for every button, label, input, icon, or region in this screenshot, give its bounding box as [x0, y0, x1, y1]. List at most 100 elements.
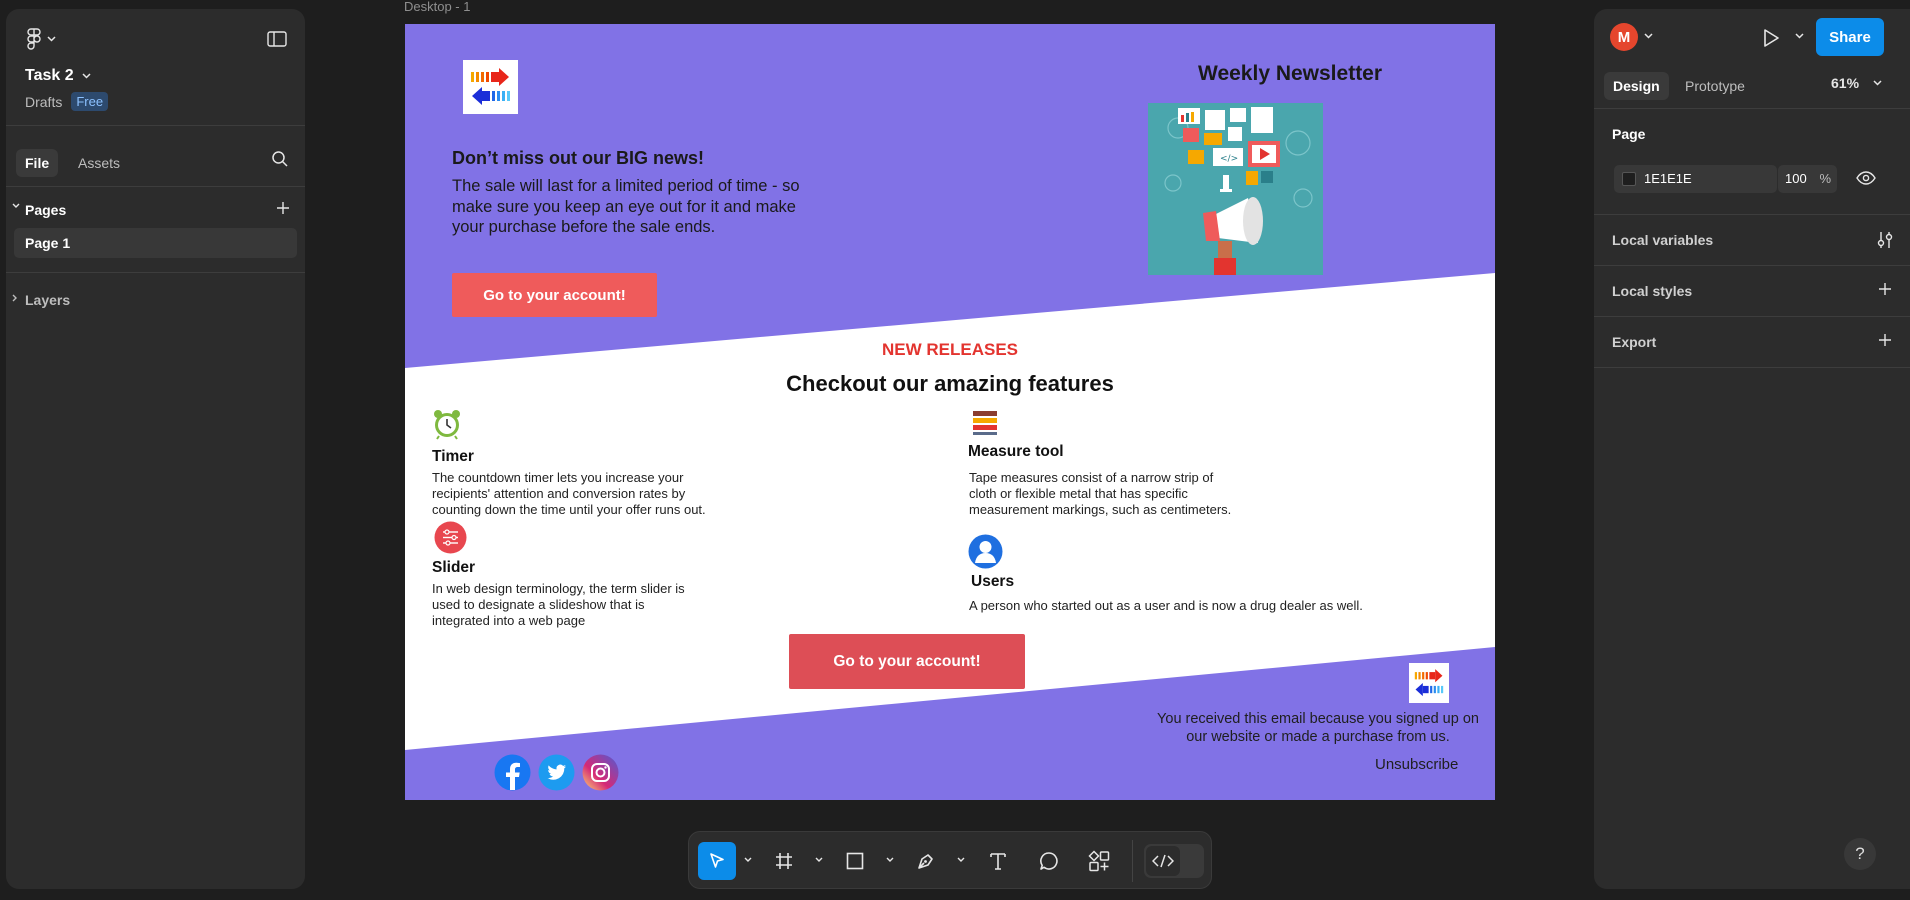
- pages-label: Pages: [25, 202, 67, 218]
- arrows-logo-icon: [1414, 669, 1444, 697]
- cursor-icon: [710, 853, 724, 868]
- plan-badge: Free: [71, 92, 109, 111]
- pen-tool[interactable]: [909, 842, 943, 880]
- eye-icon[interactable]: [1856, 171, 1876, 185]
- chevron-down-icon: [12, 203, 20, 208]
- plus-icon[interactable]: [1877, 281, 1893, 297]
- text-tool[interactable]: [979, 842, 1017, 880]
- export-label: Export: [1612, 334, 1657, 350]
- feature-text: The countdown timer lets you increase yo…: [432, 470, 706, 517]
- hero-heading: Don’t miss out our BIG news!: [452, 148, 705, 168]
- unsubscribe-link[interactable]: Unsubscribe: [1375, 756, 1458, 773]
- opacity-unit: %: [1819, 171, 1831, 186]
- chevron-down-icon[interactable]: [886, 857, 894, 863]
- chevron-down-icon[interactable]: [1644, 33, 1653, 39]
- frame-tool[interactable]: [767, 842, 801, 880]
- megaphone-icon: </>: [1164, 107, 1313, 275]
- chevron-down-icon[interactable]: [1795, 33, 1804, 39]
- instagram-icon[interactable]: [582, 754, 619, 791]
- local-variables-label: Local variables: [1612, 232, 1714, 248]
- layers-section-header[interactable]: Layers: [6, 289, 305, 313]
- variables-icon[interactable]: [1877, 230, 1893, 250]
- add-page-button[interactable]: [275, 200, 291, 221]
- account-button-bottom[interactable]: Go to your account!: [789, 634, 1025, 689]
- frame-icon: [776, 853, 792, 869]
- frame-label[interactable]: Desktop - 1: [404, 0, 470, 14]
- chevron-down-icon: [82, 73, 91, 79]
- dev-mode-toggle[interactable]: [1144, 844, 1204, 878]
- drafts-link[interactable]: Drafts: [25, 94, 62, 110]
- comment-tool[interactable]: [1030, 842, 1068, 880]
- plus-icon[interactable]: [1877, 332, 1893, 348]
- facebook-icon[interactable]: [494, 754, 531, 791]
- rectangle-tool[interactable]: [838, 842, 872, 880]
- sliders-icon: [434, 521, 467, 559]
- newsletter-title: Weekly Newsletter: [1198, 62, 1383, 85]
- left-panel: Task 2 Drafts Free File Assets Pages Pag…: [6, 9, 305, 889]
- tab-assets[interactable]: Assets: [69, 149, 129, 177]
- local-variables-row[interactable]: Local variables: [1594, 214, 1910, 265]
- hero-image: </>: [1148, 103, 1323, 275]
- bottom-toolbar: [688, 831, 1212, 889]
- toggle-sidebar-button[interactable]: [267, 31, 287, 52]
- present-play-icon[interactable]: [1762, 28, 1780, 48]
- account-button-top[interactable]: Go to your account!: [452, 273, 657, 317]
- chevron-down-icon[interactable]: [744, 857, 752, 863]
- move-tool[interactable]: [698, 842, 736, 880]
- fill-hex-value[interactable]: 1E1E1E: [1644, 171, 1692, 186]
- comment-icon: [1040, 852, 1058, 870]
- feature-text: A person who started out as a user and i…: [969, 598, 1363, 613]
- tab-design[interactable]: Design: [1604, 72, 1669, 100]
- footer-text: You received this email because you sign…: [1157, 711, 1479, 745]
- file-location: Drafts Free: [25, 92, 109, 111]
- newsletter-frame[interactable]: Weekly Newsletter </> Don’t miss out our…: [405, 24, 1495, 800]
- actions-tool[interactable]: [1080, 842, 1118, 880]
- search-button[interactable]: [271, 150, 289, 173]
- figma-logo-icon: [27, 28, 41, 50]
- file-header: Task 2 Drafts Free: [6, 9, 305, 126]
- dev-mode-knob: [1146, 846, 1180, 876]
- main-menu-button[interactable]: [26, 28, 56, 50]
- opacity-value[interactable]: 100: [1785, 171, 1807, 186]
- page-opacity-field[interactable]: 100 %: [1778, 165, 1837, 193]
- help-button[interactable]: ?: [1844, 838, 1876, 870]
- components-icon: [1088, 850, 1110, 872]
- chevron-down-icon[interactable]: [957, 857, 965, 863]
- avatar[interactable]: M: [1610, 23, 1638, 51]
- new-releases-label: NEW RELEASES: [881, 340, 1019, 359]
- svg-text:</>: </>: [1220, 154, 1238, 164]
- code-icon: [1152, 854, 1174, 868]
- feature-text: In web design terminology, the term slid…: [432, 581, 685, 628]
- feature-title: Measure tool: [968, 443, 1064, 460]
- local-styles-row[interactable]: Local styles: [1594, 265, 1910, 316]
- right-panel: M Share Design Prototype 61% Page 1E1E1E…: [1594, 9, 1910, 889]
- tab-prototype[interactable]: Prototype: [1676, 72, 1754, 100]
- page-item[interactable]: Page 1: [14, 228, 297, 258]
- sidebar-icon: [267, 31, 287, 47]
- search-icon: [272, 151, 288, 167]
- zoom-control[interactable]: 61%: [1831, 75, 1882, 91]
- arrows-logo-icon: [471, 68, 510, 105]
- export-row[interactable]: Export: [1594, 316, 1910, 367]
- user-icon: [968, 534, 1003, 574]
- page-fill-field[interactable]: 1E1E1E: [1614, 165, 1777, 193]
- tab-file[interactable]: File: [16, 149, 59, 177]
- pen-icon: [918, 854, 933, 869]
- share-button[interactable]: Share: [1816, 18, 1884, 56]
- pages-section-header[interactable]: Pages: [6, 196, 305, 226]
- alarm-clock-icon: [432, 408, 462, 445]
- color-swatch[interactable]: [1622, 172, 1636, 186]
- toolbar-divider: [1132, 840, 1133, 882]
- chevron-down-icon[interactable]: [815, 857, 823, 863]
- file-name-button[interactable]: Task 2: [25, 67, 91, 85]
- twitter-icon[interactable]: [538, 754, 575, 791]
- feature-title: Users: [971, 573, 1015, 590]
- feature-title: Timer: [432, 448, 474, 465]
- divider: [1594, 367, 1910, 368]
- chevron-down-icon: [47, 36, 56, 42]
- features-title: Checkout our amazing features: [786, 371, 1114, 396]
- local-styles-label: Local styles: [1612, 283, 1693, 299]
- feature-title: Slider: [432, 559, 476, 576]
- plus-icon: [277, 202, 289, 214]
- right-panel-header: M Share Design Prototype 61%: [1594, 9, 1910, 109]
